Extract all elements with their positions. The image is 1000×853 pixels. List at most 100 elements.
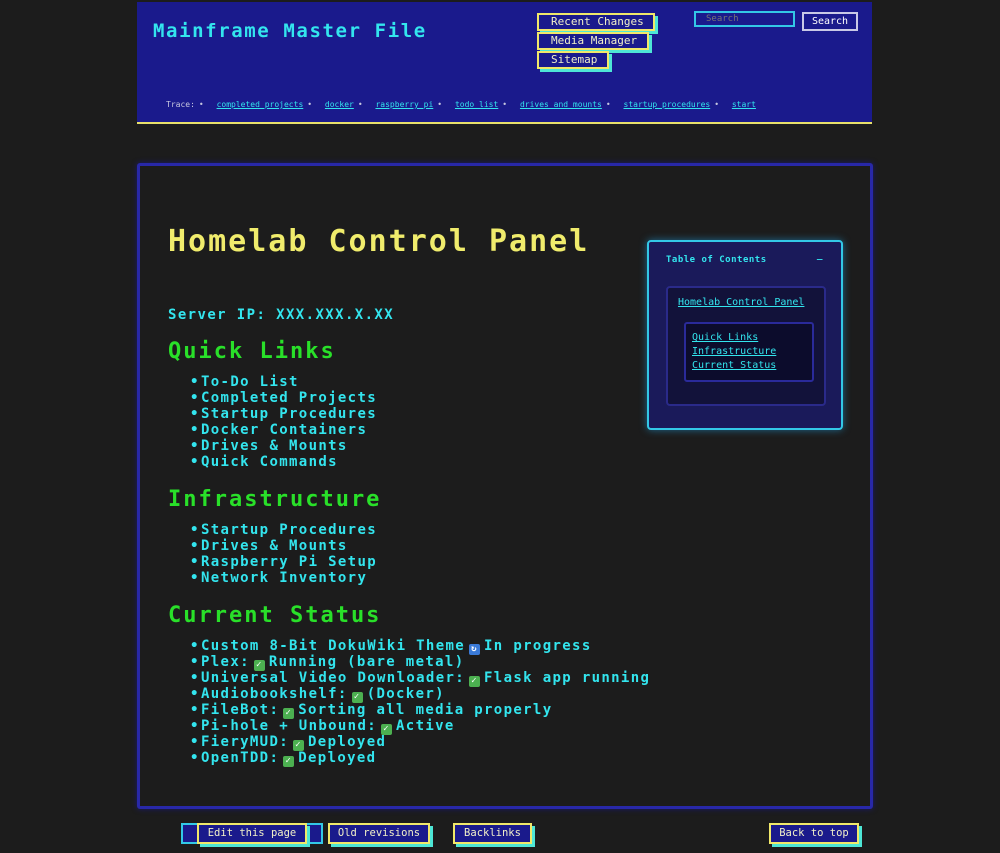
breadcrumb-separator: • xyxy=(357,100,363,109)
list-item[interactable]: •Drives & Mounts xyxy=(190,538,377,554)
toc-link-quick-links[interactable]: Quick Links xyxy=(692,332,758,343)
list-item-label[interactable]: Docker Containers xyxy=(201,422,367,438)
sitemap-button[interactable]: Sitemap xyxy=(537,51,609,69)
check-icon: ✓ xyxy=(283,756,295,767)
list-item-label[interactable]: Drives & Mounts xyxy=(201,538,348,554)
breadcrumb-item-raspberry-pi[interactable]: raspberry pi xyxy=(375,100,433,109)
status-item-label: OpenTDD: xyxy=(201,750,280,766)
status-item-label: Plex: xyxy=(201,654,250,670)
breadcrumb-item-docker[interactable]: docker xyxy=(325,100,354,109)
breadcrumb-label: Trace: xyxy=(166,100,195,109)
status-item: •Plex: ✓ Running (bare metal) xyxy=(190,654,650,671)
bullet-icon: • xyxy=(190,522,200,538)
status-item-value: Running (bare metal) xyxy=(268,654,465,670)
toc-title[interactable]: Table of Contents xyxy=(666,255,767,265)
quick-links-list: •To-Do List •Completed Projects •Startup… xyxy=(190,374,377,470)
cycle-icon: ↻ xyxy=(469,644,481,655)
list-item[interactable]: •Completed Projects xyxy=(190,390,377,406)
status-item: •FieryMUD: ✓ Deployed xyxy=(190,734,650,751)
toc-level-2: Quick Links Infrastructure Current Statu… xyxy=(684,322,814,382)
bullet-icon: • xyxy=(190,454,200,470)
backlinks-button[interactable]: Backlinks xyxy=(453,823,532,844)
breadcrumb-item-todo-list[interactable]: todo list xyxy=(455,100,498,109)
list-item-label[interactable]: Startup Procedures xyxy=(201,522,377,538)
media-manager-button[interactable]: Media Manager xyxy=(537,32,649,50)
search-button[interactable]: Search xyxy=(802,12,858,31)
bullet-icon: • xyxy=(190,390,200,406)
toc-link-homelab-control-panel[interactable]: Homelab Control Panel xyxy=(678,297,804,308)
status-item-value: Sorting all media properly xyxy=(298,702,553,718)
list-item-label[interactable]: Startup Procedures xyxy=(201,406,377,422)
bullet-icon: • xyxy=(190,718,200,734)
bullet-icon: • xyxy=(190,374,200,390)
breadcrumb-item-drives-and-mounts[interactable]: drives and mounts xyxy=(520,100,602,109)
breadcrumb-item-startup-procedures[interactable]: startup procedures xyxy=(624,100,711,109)
list-item-label[interactable]: Raspberry Pi Setup xyxy=(201,554,377,570)
status-item-value: Flask app running xyxy=(484,670,651,686)
list-item-label[interactable]: Network Inventory xyxy=(201,570,367,586)
status-item: •FileBot: ✓ Sorting all media properly xyxy=(190,702,650,719)
infrastructure-list: •Startup Procedures •Drives & Mounts •Ra… xyxy=(190,522,377,586)
bullet-icon: • xyxy=(190,654,200,670)
server-ip-label: Server IP: xyxy=(168,307,267,323)
site-title[interactable]: Mainframe Master File xyxy=(153,20,427,42)
page-title: Homelab Control Panel xyxy=(168,224,590,259)
toc-link-infrastructure[interactable]: Infrastructure xyxy=(692,346,776,357)
bullet-icon: • xyxy=(190,750,200,766)
bullet-icon: • xyxy=(190,438,200,454)
content-panel: Homelab Control Panel Server IP: XXX.XXX… xyxy=(137,163,873,809)
old-revisions-button[interactable]: Old revisions xyxy=(328,823,430,844)
status-item-value: Deployed xyxy=(308,734,387,750)
list-item-label[interactable]: Completed Projects xyxy=(201,390,377,406)
list-item[interactable]: •Docker Containers xyxy=(190,422,377,438)
breadcrumb-separator: • xyxy=(502,100,508,109)
server-ip: Server IP: XXX.XXX.X.XX xyxy=(168,307,394,323)
breadcrumb: Trace: • completed projects • docker • rasp… xyxy=(166,100,756,109)
status-item: •Custom 8-Bit DokuWiki Theme ↻ In progress xyxy=(190,638,650,655)
status-item-value: Active xyxy=(396,718,455,734)
list-item[interactable]: •Raspberry Pi Setup xyxy=(190,554,377,570)
breadcrumb-item-start[interactable]: start xyxy=(732,100,756,109)
bullet-icon: • xyxy=(190,406,200,422)
server-ip-value: XXX.XXX.X.XX xyxy=(276,307,395,323)
breadcrumb-separator: • xyxy=(714,100,720,109)
status-item-value: Deployed xyxy=(298,750,377,766)
status-item: •Audiobookshelf: ✓ (Docker) xyxy=(190,686,650,703)
list-item[interactable]: •Startup Procedures xyxy=(190,406,377,422)
list-item-label[interactable]: To-Do List xyxy=(201,374,299,390)
status-item-label: FileBot: xyxy=(201,702,280,718)
bullet-icon: • xyxy=(190,538,200,554)
edit-page-button[interactable]: Edit this page xyxy=(197,823,307,844)
status-item-label: Custom 8-Bit DokuWiki Theme xyxy=(201,638,466,654)
breadcrumb-separator: • xyxy=(437,100,443,109)
section-heading-quick-links: Quick Links xyxy=(168,339,336,364)
section-heading-current-status: Current Status xyxy=(168,603,382,628)
breadcrumb-item-completed-projects[interactable]: completed projects xyxy=(217,100,304,109)
toc-level-1: Homelab Control Panel Quick Links Infras… xyxy=(666,286,826,406)
recent-changes-button[interactable]: Recent Changes xyxy=(537,13,655,31)
status-item-value: In progress xyxy=(484,638,592,654)
list-item-label[interactable]: Drives & Mounts xyxy=(201,438,348,454)
list-item[interactable]: •Drives & Mounts xyxy=(190,438,377,454)
toc-collapse-icon[interactable]: − xyxy=(816,253,823,266)
breadcrumb-separator: • xyxy=(605,100,611,109)
status-item: •OpenTDD: ✓ Deployed xyxy=(190,750,650,767)
list-item[interactable]: •To-Do List xyxy=(190,374,377,390)
site-header: Mainframe Master File Recent Changes Med… xyxy=(137,2,872,124)
breadcrumb-separator: • xyxy=(307,100,313,109)
status-item-label: Audiobookshelf: xyxy=(201,686,348,702)
toc-link-current-status[interactable]: Current Status xyxy=(692,360,776,371)
list-item[interactable]: •Startup Procedures xyxy=(190,522,377,538)
list-item-label[interactable]: Quick Commands xyxy=(201,454,338,470)
search-input[interactable] xyxy=(694,11,795,27)
bullet-icon: • xyxy=(190,702,200,718)
status-item: •Pi-hole + Unbound: ✓ Active xyxy=(190,718,650,735)
status-item-label: Universal Video Downloader: xyxy=(201,670,466,686)
section-heading-infrastructure: Infrastructure xyxy=(168,487,382,512)
status-item-label: FieryMUD: xyxy=(201,734,290,750)
list-item[interactable]: •Quick Commands xyxy=(190,454,377,470)
back-to-top-button[interactable]: Back to top xyxy=(769,823,859,844)
bullet-icon: • xyxy=(190,554,200,570)
list-item[interactable]: •Network Inventory xyxy=(190,570,377,586)
status-item-value: (Docker) xyxy=(366,686,445,702)
